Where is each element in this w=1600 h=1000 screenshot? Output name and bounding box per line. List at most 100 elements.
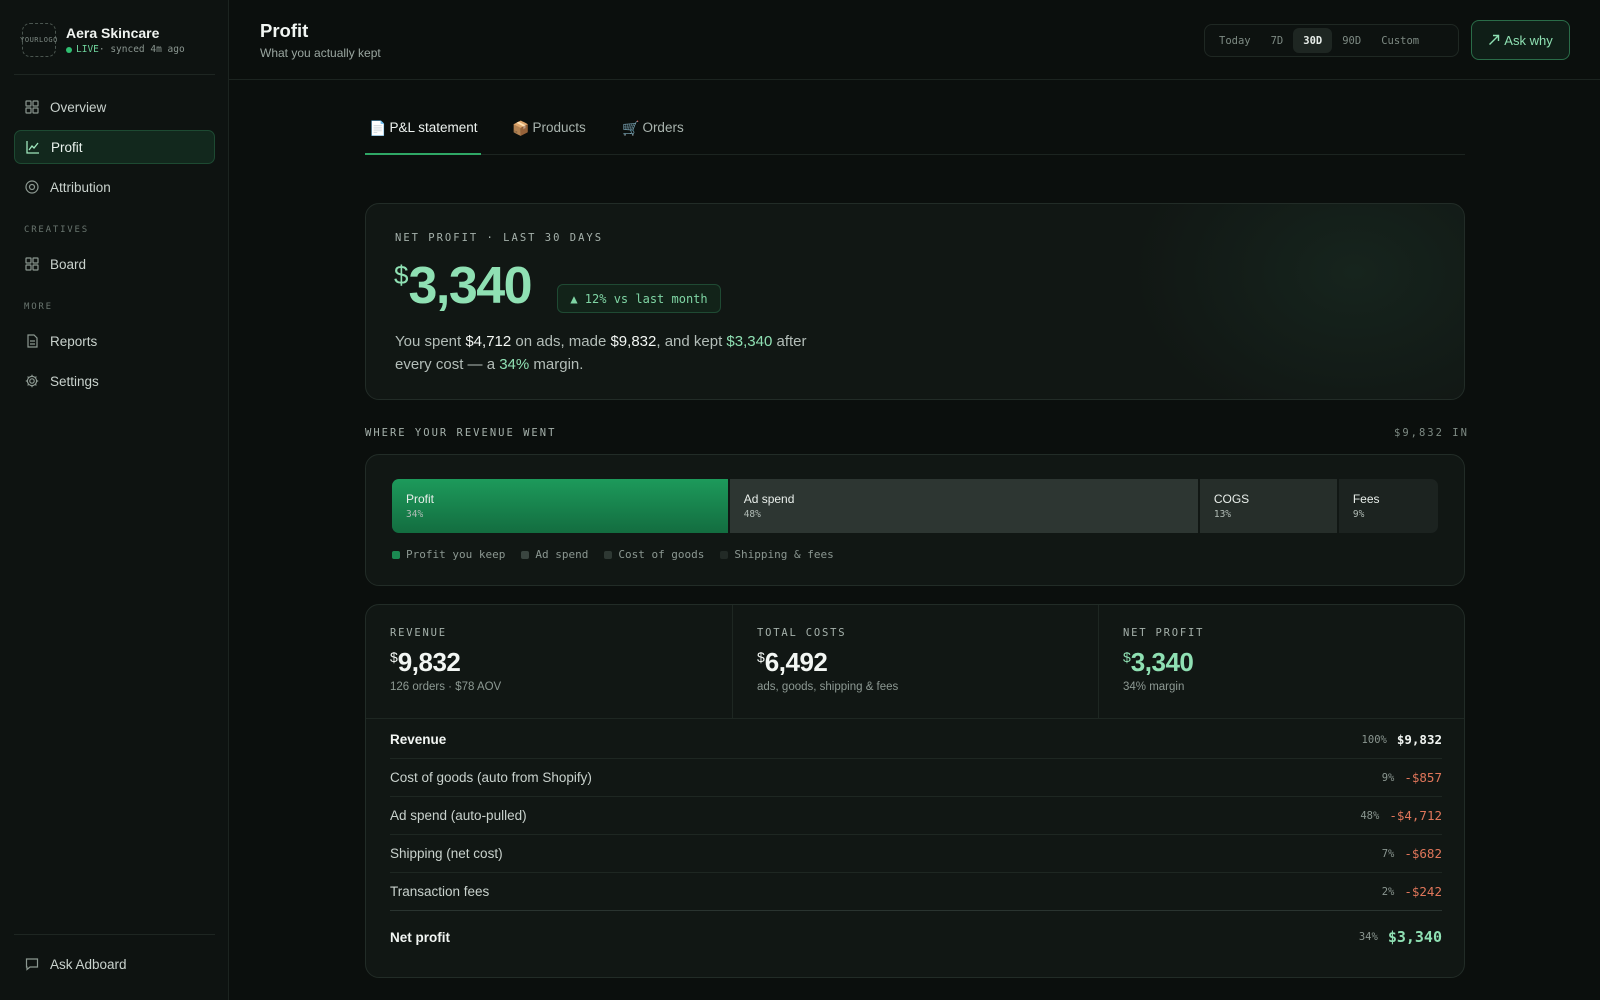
net-profit-hero-card: NET PROFIT · LAST 30 DAYS $ 3,340 ▲ 12% … (365, 203, 1465, 400)
sync-status: LIVE · synced 4m ago (66, 44, 185, 55)
stat-label: NET PROFIT (1123, 627, 1205, 639)
segment-profit[interactable]: Profit 34% (392, 479, 728, 533)
legend-swatch (392, 550, 400, 559)
tab-pl-statement[interactable]: 📄 P&L statement (365, 120, 482, 155)
stat-number: 6,492 (764, 647, 828, 677)
gear-icon (25, 374, 39, 388)
page-header: Profit What you actually kept Today 7D 3… (229, 0, 1600, 80)
ask-why-label: Ask why (1504, 32, 1553, 48)
summary-text: on ads, made (511, 333, 611, 350)
revenue-split-title: WHERE YOUR REVENUE WENT (365, 427, 557, 439)
stat-value: $ 3,340 (1123, 647, 1194, 678)
stats-divider (366, 718, 1464, 719)
stat-label: TOTAL COSTS (757, 627, 847, 639)
row-label: Cost of goods (auto from Shopify) (390, 770, 592, 785)
brand-divider (14, 74, 215, 75)
stat-subtext: 34% margin (1123, 681, 1185, 693)
sidebar-item-label: Attribution (50, 179, 111, 195)
summary-kept: $3,340 (726, 333, 773, 350)
sidebar-item-label: Profit (51, 139, 83, 155)
cart-icon: 🛒 (622, 120, 640, 136)
legend-swatch (604, 550, 613, 559)
revenue-split-card: Profit 34% Ad spend 48% COGS 13% Fees 9%… (365, 454, 1465, 586)
sidebar-bottom-divider (14, 934, 215, 935)
range-7d-button[interactable]: 7D (1261, 28, 1294, 53)
hero-summary: You spent $4,712 on ads, made $9,832, an… (395, 330, 835, 376)
range-today-button[interactable]: Today (1209, 28, 1261, 53)
table-row-shipping[interactable]: Shipping (net cost) 7% -$682 (390, 835, 1442, 873)
sidebar-item-label: Board (50, 256, 87, 272)
sidebar-item-overview[interactable]: Overview (14, 90, 215, 124)
stat-net-profit: NET PROFIT $ 3,340 34% margin (1098, 605, 1464, 718)
summary-revenue: $9,832 (610, 333, 657, 350)
segment-pct: 9% (1352, 509, 1365, 520)
row-label: Transaction fees (390, 884, 490, 899)
legend-label: Shipping & fees (734, 548, 834, 561)
segment-ad-spend[interactable]: Ad spend 48% (727, 479, 1198, 533)
sidebar-item-reports[interactable]: Reports (14, 324, 215, 358)
stat-currency: $ (757, 649, 765, 665)
segment-cogs[interactable]: COGS 13% (1197, 479, 1337, 533)
package-icon: 📦 (512, 120, 530, 136)
chat-icon (25, 957, 39, 971)
row-pct: 100% (1361, 733, 1387, 746)
segment-name: Fees (1352, 492, 1380, 506)
legend-item: Ad spend (521, 548, 588, 561)
row-label: Revenue (390, 732, 447, 747)
sidebar-item-attribution[interactable]: Attribution (14, 170, 215, 204)
summary-ad-spend: $4,712 (465, 333, 512, 350)
stat-subtext: ads, goods, shipping & fees (757, 681, 899, 693)
tab-orders[interactable]: 🛒 Orders (622, 120, 684, 155)
table-row-transaction-fees[interactable]: Transaction fees 2% -$242 (390, 873, 1442, 911)
row-pct: 34% (1358, 931, 1378, 943)
row-value: -$242 (1404, 884, 1442, 899)
segment-name: COGS (1213, 492, 1250, 506)
hero-value: 3,340 (408, 257, 532, 315)
row-value: $3,340 (1387, 928, 1442, 946)
document-icon (25, 334, 39, 348)
ask-why-button[interactable]: Ask why (1471, 20, 1570, 60)
section-creatives: CREATIVES (24, 225, 89, 235)
sidebar-item-settings[interactable]: Settings (14, 364, 215, 398)
stat-total-costs: TOTAL COSTS $ 6,492 ads, goods, shipping… (732, 605, 1098, 718)
legend-label: Cost of goods (618, 548, 705, 561)
brand: YOUR LOGO Aera Skincare LIVE · synced 4m… (20, 23, 185, 57)
trend-arrow-icon (1488, 34, 1500, 46)
legend-swatch (720, 550, 729, 559)
logo-text-line2: LOGO (39, 36, 58, 44)
tab-label: Orders (642, 120, 684, 135)
date-range-selector: Today 7D 30D 90D Custom (1204, 24, 1459, 57)
sidebar-item-board[interactable]: Board (14, 247, 215, 281)
table-row-ad-spend[interactable]: Ad spend (auto-pulled) 48% -$4,712 (390, 797, 1442, 835)
row-label: Ad spend (auto-pulled) (390, 808, 527, 823)
sidebar-item-profit[interactable]: Profit (14, 130, 215, 164)
row-pct: 9% (1381, 771, 1395, 784)
legend-item: Cost of goods (604, 548, 704, 561)
table-row-net-profit[interactable]: Net profit 34% $3,340 (390, 915, 1442, 959)
segment-pct: 34% (406, 509, 424, 520)
row-value: $9,832 (1396, 732, 1442, 747)
sidebar-item-label: Reports (50, 333, 98, 349)
segment-name: Profit (406, 492, 435, 506)
range-90d-button[interactable]: 90D (1332, 28, 1371, 53)
stat-currency: $ (390, 649, 398, 665)
summary-margin: 34% (499, 356, 530, 373)
legend-item: Profit you keep (392, 548, 505, 561)
range-custom-button[interactable]: Custom (1371, 28, 1429, 53)
summary-text: margin. (529, 356, 584, 373)
hero-currency: $ (394, 260, 409, 290)
sync-time: · synced 4m ago (98, 44, 185, 55)
table-row-cogs[interactable]: Cost of goods (auto from Shopify) 9% -$8… (390, 759, 1442, 797)
stat-value: $ 6,492 (757, 647, 828, 678)
segment-fees[interactable]: Fees 9% (1336, 479, 1438, 533)
table-row-revenue[interactable]: Revenue 100% $9,832 (390, 721, 1442, 759)
grid-icon (25, 100, 39, 114)
tab-products[interactable]: 📦 Products (512, 120, 586, 155)
grid-icon (25, 257, 39, 271)
row-value: -$682 (1404, 846, 1442, 861)
tab-label: Products (532, 120, 586, 135)
revenue-split-total: $9,832 IN (1394, 427, 1469, 439)
hero-amount: $ 3,340 (394, 256, 533, 316)
range-30d-button[interactable]: 30D (1293, 28, 1333, 53)
sidebar-item-ask-adboard[interactable]: Ask Adboard (14, 947, 215, 981)
